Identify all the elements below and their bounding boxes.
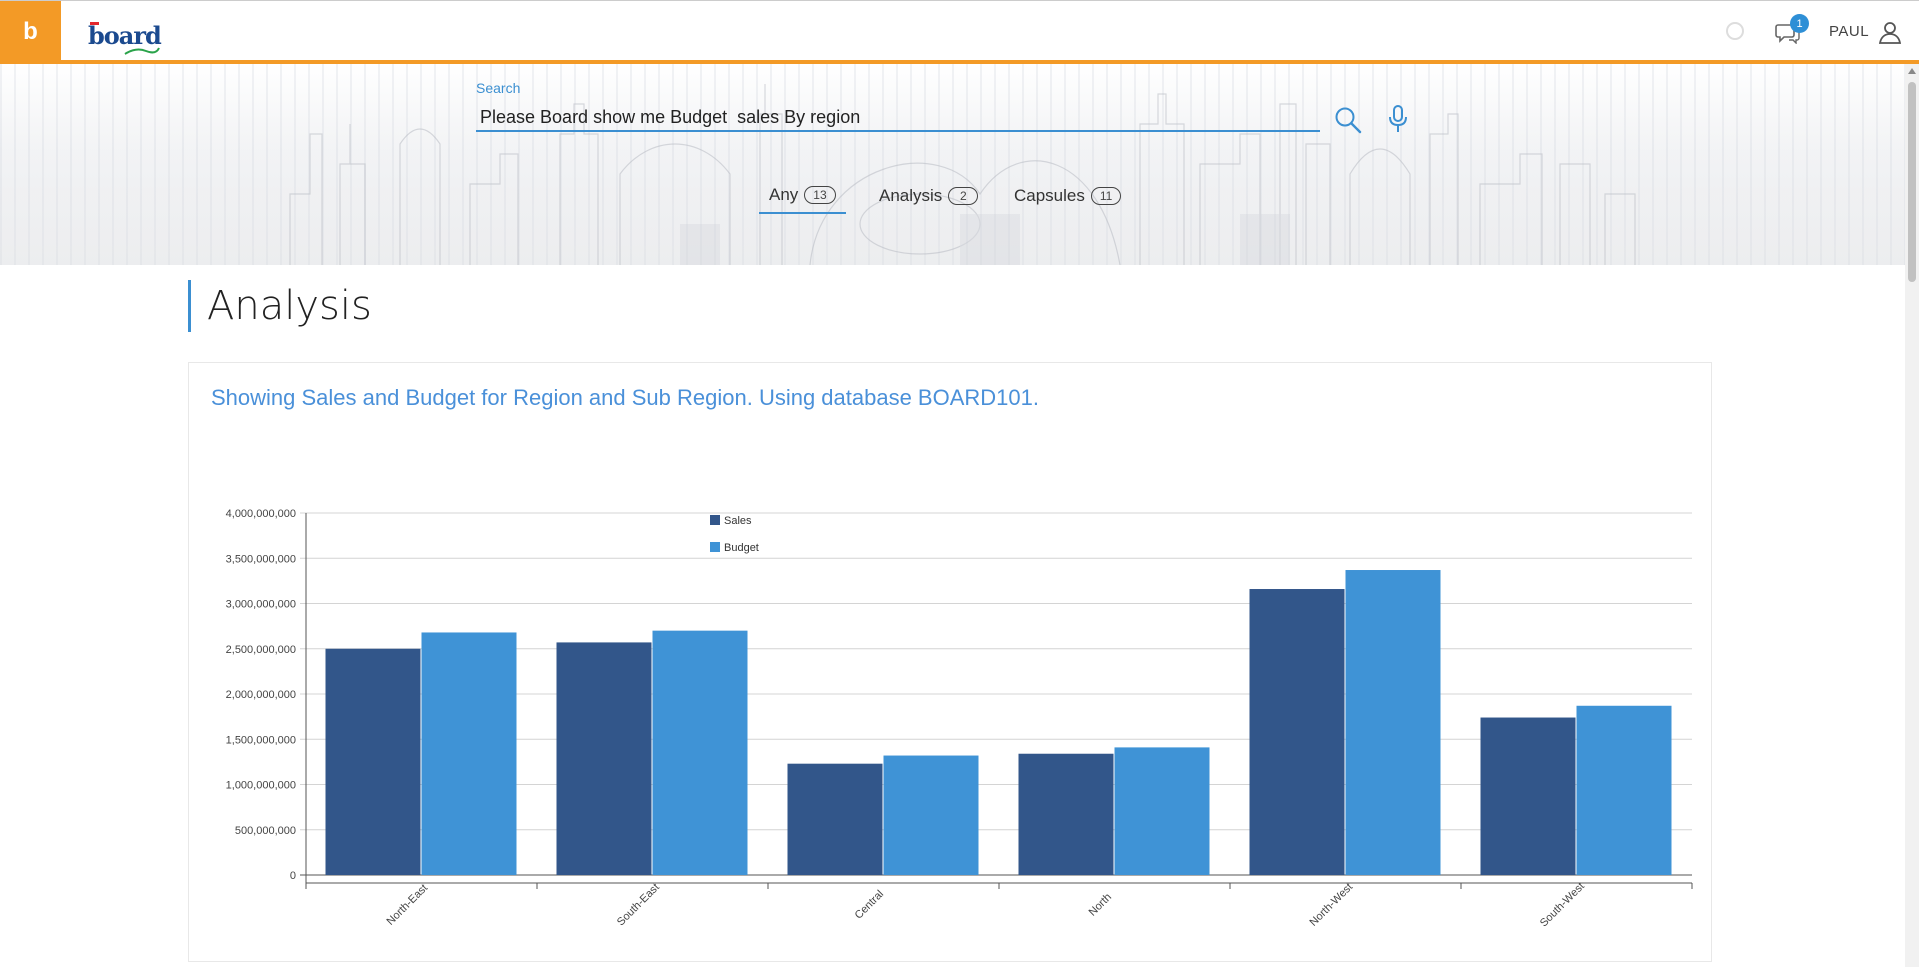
logo-accent-bar (90, 22, 99, 25)
bar-budget-central (883, 755, 979, 875)
scroll-up-arrow-icon[interactable] (1908, 68, 1916, 74)
tab-analysis[interactable]: Analysis 2 (869, 178, 988, 214)
status-indicator-icon (1726, 22, 1744, 40)
bar-budget-south-west (1576, 705, 1672, 875)
sales-budget-bar-chart: 0 500,000,000 1,000,000,000 1,500,000,000 2,… (226, 508, 1693, 929)
y-tick-label: 2,500,000,000 (226, 644, 296, 656)
brand-glyph: b (23, 18, 38, 45)
scrollbar-thumb[interactable] (1908, 82, 1916, 282)
page-scrollbar[interactable] (1905, 64, 1919, 967)
y-tick-label: 2,000,000,000 (226, 689, 296, 701)
y-tick-label: 4,000,000,000 (226, 508, 296, 520)
y-tick-label: 3,000,000,000 (226, 599, 296, 611)
user-icon[interactable] (1878, 20, 1902, 44)
x-tick-label: North (1087, 891, 1115, 919)
analysis-card: Showing Sales and Budget for Region and … (188, 362, 1712, 962)
x-tick-label: Central (853, 888, 887, 922)
tab-analysis-label: Analysis (879, 186, 943, 205)
bar-budget-north-east (421, 632, 517, 875)
tab-any-count: 13 (804, 186, 836, 204)
tab-capsules-label: Capsules (1014, 186, 1085, 205)
legend-label-budget: Budget (724, 542, 759, 554)
y-tick-label: 3,500,000,000 (226, 553, 296, 565)
bar-sales-north-east (325, 648, 421, 875)
legend-label-sales: Sales (724, 515, 752, 527)
username-label[interactable]: PAUL (1829, 23, 1869, 40)
search-input[interactable] (476, 104, 1320, 132)
top-bar: b board 1 PAUL (0, 0, 1919, 61)
page-title: Analysis (188, 280, 372, 332)
legend-swatch-sales (710, 515, 720, 525)
tab-capsules[interactable]: Capsules 11 (1004, 178, 1131, 214)
bar-budget-south-east (652, 630, 748, 875)
tab-any[interactable]: Any 13 (759, 178, 846, 214)
bar-sales-central (787, 763, 883, 875)
x-tick-label: North-East (385, 882, 431, 928)
x-tick-label: South-East (615, 881, 662, 928)
search-hero: Search Any 13 Analysis 2 Capsules 11 (0, 64, 1905, 265)
result-tabs: Any 13 Analysis 2 Capsules 11 (0, 178, 1905, 216)
tab-any-label: Any (769, 185, 799, 204)
x-tick-label: South-West (1538, 880, 1587, 929)
bar-budget-north (1114, 747, 1210, 875)
board-logo[interactable]: board (88, 19, 162, 55)
bar-sales-south-west (1480, 717, 1576, 875)
y-tick-label: 0 (290, 870, 296, 882)
legend-swatch-budget (710, 542, 720, 552)
y-tick-label: 500,000,000 (235, 825, 296, 837)
y-tick-label: 1,000,000,000 (226, 780, 296, 792)
search-label: Search (476, 80, 521, 96)
tab-analysis-count: 2 (948, 187, 979, 205)
bar-sales-north-west (1249, 589, 1345, 875)
bar-budget-north-west (1345, 570, 1441, 875)
board-home-icon[interactable]: b (0, 1, 61, 61)
bar-sales-south-east (556, 642, 652, 875)
microphone-icon[interactable] (1387, 104, 1409, 134)
tab-capsules-count: 11 (1090, 187, 1122, 205)
y-tick-label: 1,500,000,000 (226, 734, 296, 746)
search-icon[interactable] (1334, 106, 1362, 134)
bar-sales-north (1018, 753, 1114, 875)
city-skyline-illustration (289, 84, 1636, 265)
logo-swoosh-icon (124, 47, 160, 55)
x-tick-label: North-West (1308, 881, 1356, 929)
notification-badge[interactable]: 1 (1790, 14, 1809, 33)
